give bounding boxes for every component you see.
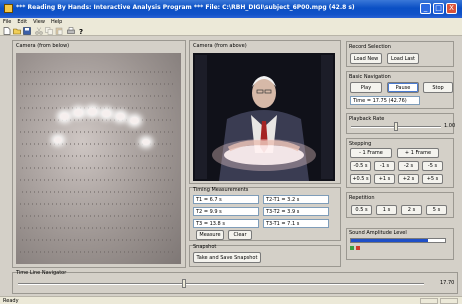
- timeline-track[interactable]: [18, 283, 424, 285]
- channel-green-indicator: [350, 246, 354, 250]
- time-display: Time = 17.75 (42.76): [350, 96, 420, 105]
- repeat-5-button[interactable]: 5 s: [426, 205, 447, 215]
- close-button[interactable]: X: [446, 3, 457, 14]
- measure-button[interactable]: Measure: [196, 230, 224, 240]
- t1-field: T1 = 6.7 s: [193, 195, 259, 204]
- sound-level-fill: [351, 239, 429, 242]
- print-icon[interactable]: [67, 27, 75, 35]
- sound-level-label: Sound Amplitude Level: [349, 230, 407, 236]
- help-icon[interactable]: ?: [77, 27, 85, 35]
- camera-above-video[interactable]: [193, 53, 335, 181]
- step-back-5-button[interactable]: -5 s: [422, 161, 443, 171]
- app-icon: [4, 4, 13, 13]
- menu-edit[interactable]: Edit: [14, 18, 30, 26]
- camera-below-label: Camera (from below): [16, 43, 70, 49]
- t2-field: T2 = 9.9 s: [193, 207, 259, 216]
- step-forward-5-button[interactable]: +5 s: [422, 174, 443, 184]
- load-last-button[interactable]: Load Last: [387, 53, 419, 64]
- step-back-2-button[interactable]: -2 s: [398, 161, 419, 171]
- repeat-1-button[interactable]: 1 s: [376, 205, 397, 215]
- step-back-1-button[interactable]: -1 s: [374, 161, 395, 171]
- step-forward-0-5-button[interactable]: +0.5 s: [350, 174, 371, 184]
- title-bar[interactable]: *** Reading By Hands: Interactive Analys…: [0, 0, 462, 18]
- window-title: *** Reading By Hands: Interactive Analys…: [16, 4, 355, 11]
- minus-frame-button[interactable]: - 1 Frame: [350, 148, 392, 158]
- toolbar: ?: [0, 26, 462, 36]
- camera-above-label: Camera (from above): [193, 43, 247, 49]
- cut-icon[interactable]: [35, 27, 43, 35]
- reader-video-frame: [193, 53, 335, 181]
- new-icon[interactable]: [3, 27, 11, 35]
- stepping-label: Stepping: [349, 141, 372, 147]
- status-text: Ready: [3, 298, 19, 304]
- load-new-button[interactable]: Load New: [350, 53, 382, 64]
- minimize-button[interactable]: _: [420, 3, 431, 14]
- channel-red-indicator: [356, 246, 360, 250]
- status-panel-2: [440, 298, 458, 304]
- repeat-2-button[interactable]: 2 s: [401, 205, 422, 215]
- menu-view[interactable]: View: [30, 18, 48, 26]
- timing-label: Timing Measurements: [193, 187, 249, 193]
- sound-level-meter: [350, 238, 446, 243]
- t3-t1-field: T3-T1 = 7.1 s: [263, 219, 329, 228]
- menu-help[interactable]: Help: [48, 18, 65, 26]
- step-forward-1-button[interactable]: +1 s: [374, 174, 395, 184]
- basic-navigation-label: Basic Navigation: [349, 74, 391, 80]
- menu-bar: File Edit View Help: [0, 18, 462, 26]
- save-icon[interactable]: [23, 27, 31, 35]
- step-back-0-5-button[interactable]: -0.5 s: [350, 161, 371, 171]
- open-icon[interactable]: [13, 27, 21, 35]
- repetition-label: Repetition: [349, 195, 375, 201]
- clear-button[interactable]: Clear: [228, 230, 252, 240]
- t2-t1-field: T2-T1 = 3.2 s: [263, 195, 329, 204]
- pause-button[interactable]: Pause: [387, 82, 419, 93]
- paste-icon[interactable]: [55, 27, 63, 35]
- stop-button[interactable]: Stop: [423, 82, 453, 93]
- playback-rate-thumb[interactable]: [394, 122, 398, 131]
- t3-t2-field: T3-T2 = 3.9 s: [263, 207, 329, 216]
- timeline-label: Time Line Navigator: [16, 270, 67, 276]
- timeline-value: 17.70: [440, 280, 455, 286]
- playback-rate-value: 1.00: [444, 123, 456, 129]
- repeat-0-5-button[interactable]: 0.5 s: [351, 205, 372, 215]
- take-snapshot-button[interactable]: Take and Save Snapshot: [193, 252, 261, 263]
- plus-frame-button[interactable]: + 1 Frame: [397, 148, 439, 158]
- maximize-button[interactable]: □: [433, 3, 444, 14]
- t3-field: T3 = 13.8 s: [193, 219, 259, 228]
- status-bar: Ready: [0, 296, 462, 304]
- svg-text:?: ?: [79, 28, 83, 35]
- copy-icon[interactable]: [45, 27, 53, 35]
- play-button[interactable]: Play: [350, 82, 382, 93]
- camera-below-video[interactable]: [16, 53, 181, 264]
- timeline-thumb[interactable]: [182, 279, 187, 288]
- step-forward-2-button[interactable]: +2 s: [398, 174, 419, 184]
- snapshot-label: Snapshot: [193, 244, 217, 250]
- playback-rate-label: Playback Rate: [349, 116, 385, 122]
- status-panel-1: [420, 298, 438, 304]
- menu-file[interactable]: File: [0, 18, 14, 26]
- record-selection-label: Record Selection: [349, 44, 391, 50]
